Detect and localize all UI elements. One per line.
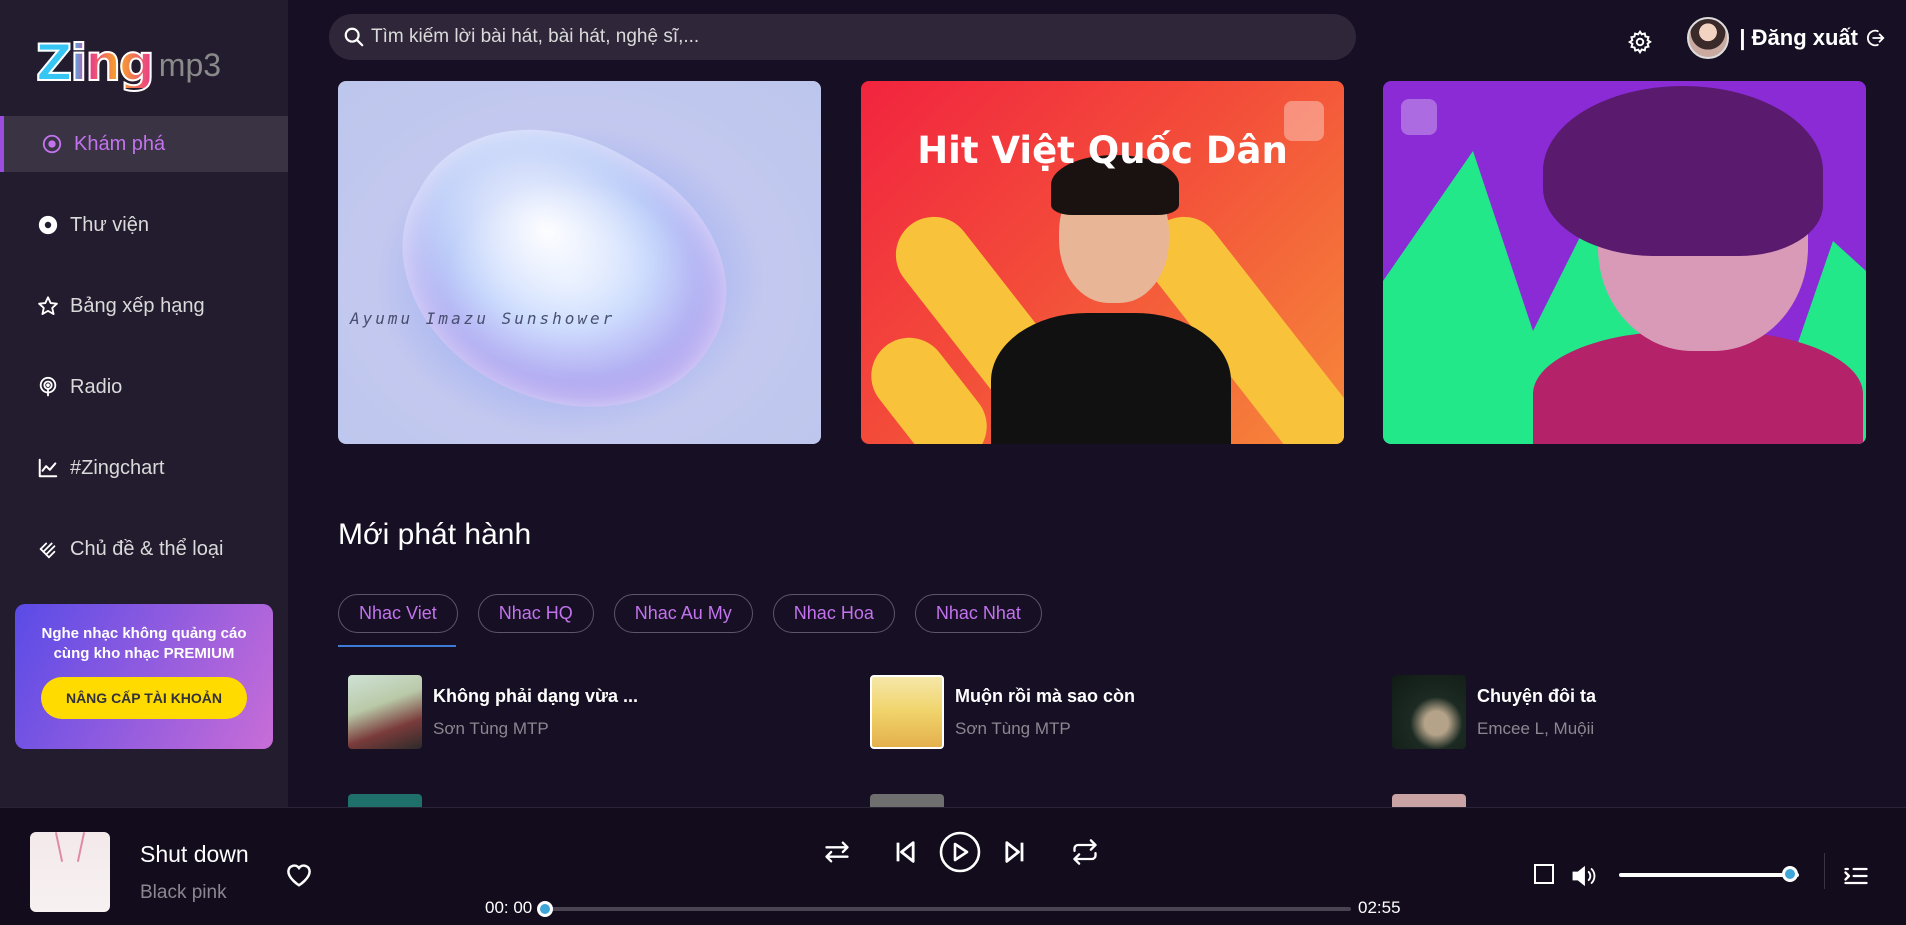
- avatar[interactable]: [1687, 17, 1730, 59]
- chart-icon: [36, 456, 60, 480]
- genre-tabs: Nhac Viet Nhac HQ Nhac Au My Nhac Hoa Nh…: [338, 594, 1062, 633]
- song-thumbnail: [870, 675, 944, 749]
- volume-slider[interactable]: [1619, 873, 1799, 877]
- mini-player-button[interactable]: [1532, 863, 1556, 885]
- sidebar-item-label: Khám phá: [74, 132, 166, 155]
- headphone-icon: [1284, 101, 1324, 141]
- search-bar[interactable]: [329, 14, 1356, 60]
- promo-text: Nghe nhạc không quảng cáo cùng kho nhạc …: [41, 625, 247, 662]
- banner-purple-artist[interactable]: [1383, 81, 1866, 444]
- library-icon: [36, 213, 60, 237]
- tab-nhac-nhat[interactable]: Nhac Nhat: [914, 594, 1042, 633]
- song-title: Không phải dạng vừa ...: [433, 685, 639, 706]
- tab-nhac-hoa[interactable]: Nhac Hoa: [772, 594, 895, 633]
- active-tab-indicator: [338, 645, 456, 647]
- logout-label: | Đăng xuất: [1739, 25, 1858, 50]
- divider: [1824, 853, 1825, 889]
- category-icon: [36, 537, 60, 561]
- queue-list-icon: [1844, 867, 1868, 885]
- sidebar-item-label: #Zingchart: [70, 456, 165, 479]
- now-playing-cover[interactable]: [30, 832, 110, 912]
- sidebar-item-chu-de[interactable]: Chủ đề & thể loại: [0, 521, 288, 577]
- sidebar-nav: Khám phá Thư viện Bảng xếp hạng Radio #Z…: [0, 116, 288, 602]
- song-thumbnail: [1392, 794, 1466, 807]
- sidebar-item-kham-pha[interactable]: Khám phá: [0, 116, 288, 172]
- skip-back-icon: [896, 841, 915, 863]
- volume-icon: [1572, 865, 1596, 887]
- banner-hit-viet[interactable]: Hit Việt Quốc Dân: [861, 81, 1344, 444]
- shuffle-button[interactable]: [820, 838, 854, 866]
- banner-title: Hit Việt Quốc Dân: [917, 129, 1288, 172]
- logo-brand: Zing: [35, 34, 156, 92]
- now-playing-title[interactable]: Shut down: [140, 841, 249, 868]
- sidebar-item-label: Chủ đề & thể loại: [70, 537, 224, 560]
- play-icon: [939, 831, 981, 873]
- skip-forward-icon: [1005, 841, 1024, 863]
- search-input[interactable]: [371, 26, 1271, 48]
- tab-nhac-hq[interactable]: Nhac HQ: [477, 594, 594, 633]
- next-button[interactable]: [1000, 838, 1030, 866]
- radio-icon: [36, 375, 60, 399]
- premium-promo-card: Nghe nhạc không quảng cáo cùng kho nhạc …: [15, 604, 273, 749]
- list-item[interactable]: Muộn rồi mà sao còn Sơn Tùng MTP: [860, 670, 1360, 754]
- shuffle-icon: [825, 841, 849, 863]
- song-artist: Sơn Tùng MTP: [955, 718, 1071, 738]
- sidebar-item-zingchart[interactable]: #Zingchart: [0, 440, 288, 496]
- header-actions: | Đăng xuất: [1627, 14, 1886, 62]
- song-artist: Emcee L, Muộii: [1477, 718, 1595, 738]
- sidebar-item-label: Radio: [70, 375, 123, 398]
- repeat-icon: [1073, 839, 1097, 865]
- upgrade-account-button[interactable]: NÂNG CẤP TÀI KHOẢN: [40, 677, 248, 719]
- tab-nhac-au-my[interactable]: Nhac Au My: [613, 594, 753, 633]
- playlist-button[interactable]: [1842, 862, 1870, 890]
- logout-button[interactable]: | Đăng xuất: [1739, 25, 1886, 51]
- volume-button[interactable]: [1570, 862, 1598, 890]
- gear-icon[interactable]: [1627, 29, 1653, 55]
- star-icon: [36, 294, 60, 318]
- banner-artist-image: [991, 155, 1231, 444]
- list-item[interactable]: Không phải dạng vừa ... Sơn Tùng MTP: [338, 670, 838, 754]
- sidebar-item-thu-vien[interactable]: Thư viện: [0, 197, 288, 253]
- zing-mp3-logo[interactable]: Zing mp3: [35, 26, 222, 92]
- tab-nhac-viet[interactable]: Nhac Viet: [338, 594, 458, 633]
- current-time: 00: 00: [485, 898, 533, 917]
- play-button[interactable]: [938, 830, 982, 874]
- song-artist: Sơn Tùng MTP: [433, 718, 549, 738]
- volume-handle[interactable]: [1782, 866, 1798, 882]
- disc-icon: [40, 132, 64, 156]
- song-thumbnail: [870, 794, 944, 807]
- progress-handle[interactable]: [537, 901, 553, 917]
- duration: 02:55: [1358, 898, 1401, 917]
- heart-icon[interactable]: [284, 860, 314, 888]
- now-playing-artist[interactable]: Black pink: [140, 882, 227, 904]
- song-title: Chuyện đôi ta: [1477, 685, 1597, 706]
- song-thumbnail: [348, 675, 422, 749]
- sidebar-item-bang-xep-hang[interactable]: Bảng xếp hạng: [0, 278, 288, 334]
- previous-button[interactable]: [890, 838, 920, 866]
- repeat-button[interactable]: [1068, 838, 1102, 866]
- sidebar-item-radio[interactable]: Radio: [0, 359, 288, 415]
- player-bar: Shut down Black pink 00: 00 02:55: [0, 807, 1906, 925]
- song-title: Muộn rồi mà sao còn: [955, 685, 1136, 706]
- song-thumbnail: [1392, 675, 1466, 749]
- progress-bar[interactable]: [545, 907, 1351, 911]
- song-thumbnail: [348, 794, 422, 807]
- banner-art: [355, 81, 771, 444]
- square-icon: [1534, 864, 1554, 884]
- banner-caption: Ayumu Imazu Sunshower: [350, 309, 616, 328]
- section-title-new-releases: Mới phát hành: [338, 518, 532, 551]
- sidebar-item-label: Thư viện: [70, 213, 149, 236]
- logo-suffix: mp3: [158, 47, 222, 83]
- video-icon: [1401, 99, 1437, 135]
- list-item[interactable]: Chuyện đôi ta Emcee L, Muộii: [1382, 670, 1882, 754]
- search-icon: [344, 27, 364, 47]
- sidebar: Zing mp3 Khám phá Thư viện Bảng xếp hạng: [0, 0, 288, 807]
- logout-icon: [1867, 29, 1885, 47]
- banner-sunshower[interactable]: Ayumu Imazu Sunshower: [338, 81, 821, 444]
- sidebar-item-label: Bảng xếp hạng: [70, 294, 205, 317]
